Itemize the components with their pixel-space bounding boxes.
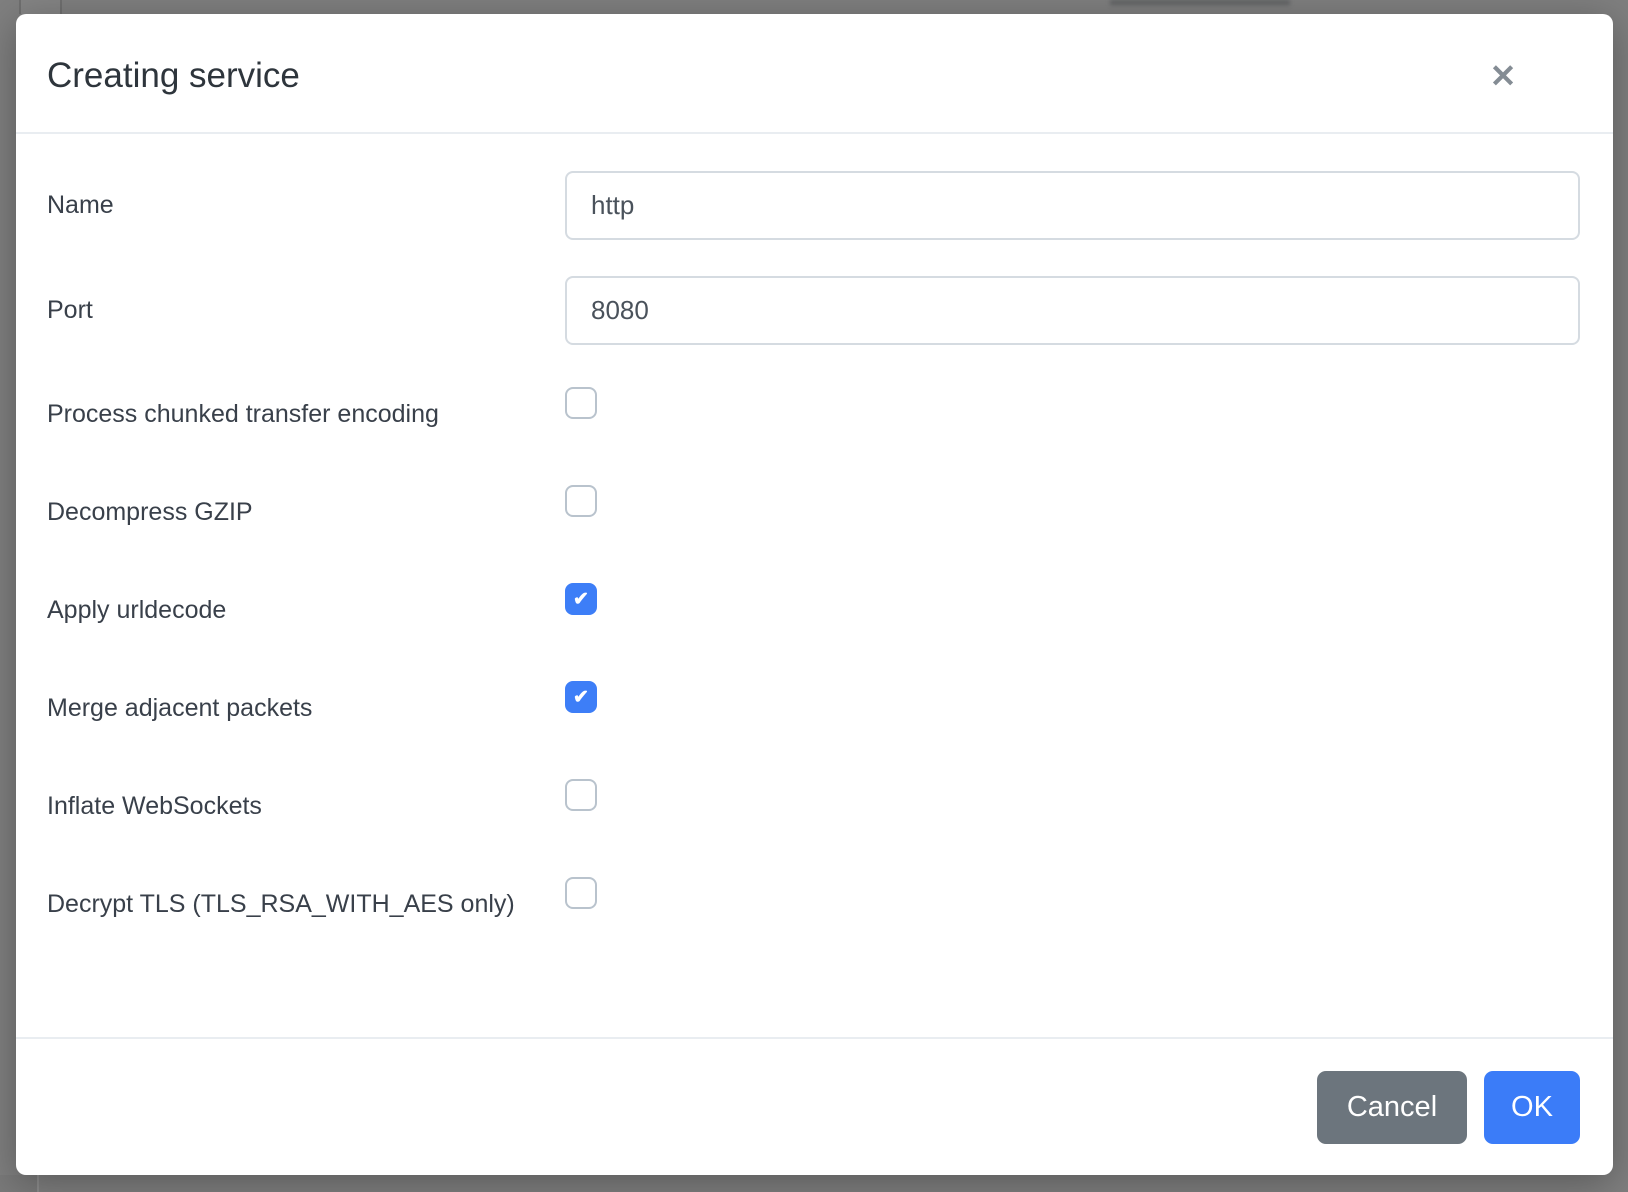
- process-chunked-row: Process chunked transfer encoding ✔: [47, 381, 1580, 447]
- backdrop-artifact-bottom: [0, 1175, 39, 1192]
- apply-urldecode-row: Apply urldecode ✔: [47, 577, 1580, 643]
- apply-urldecode-label: Apply urldecode: [47, 596, 565, 625]
- merge-packets-label: Merge adjacent packets: [47, 694, 565, 723]
- merge-packets-checkbox[interactable]: ✔: [565, 681, 597, 713]
- port-field-label: Port: [47, 296, 565, 325]
- dialog-header: Creating service ✕: [16, 14, 1613, 134]
- close-icon[interactable]: ✕: [1481, 54, 1525, 98]
- port-field-row: Port: [47, 276, 1580, 345]
- inflate-websockets-row: Inflate WebSockets ✔: [47, 773, 1580, 839]
- port-input[interactable]: [565, 276, 1580, 345]
- cancel-button[interactable]: Cancel: [1317, 1071, 1467, 1144]
- backdrop-artifact-top: [19, 0, 62, 14]
- merge-packets-row: Merge adjacent packets ✔: [47, 675, 1580, 741]
- name-field-row: Name: [47, 171, 1580, 240]
- inflate-websockets-checkbox[interactable]: ✔: [565, 779, 597, 811]
- check-icon: ✔: [573, 688, 589, 707]
- apply-urldecode-checkbox[interactable]: ✔: [565, 583, 597, 615]
- name-field-label: Name: [47, 191, 565, 220]
- decompress-gzip-label: Decompress GZIP: [47, 498, 565, 527]
- dialog-footer: Cancel OK: [16, 1037, 1613, 1175]
- process-chunked-checkbox[interactable]: ✔: [565, 387, 597, 419]
- inflate-websockets-label: Inflate WebSockets: [47, 792, 565, 821]
- creating-service-dialog: Creating service ✕ Name Port Process chu…: [16, 14, 1613, 1175]
- process-chunked-label: Process chunked transfer encoding: [47, 400, 565, 429]
- backdrop-artifact-text-remnant: [1110, 0, 1290, 5]
- dialog-body: Name Port Process chunked transfer encod…: [16, 134, 1613, 1037]
- decrypt-tls-row: Decrypt TLS (TLS_RSA_WITH_AES only) ✔: [47, 871, 1580, 937]
- decrypt-tls-checkbox[interactable]: ✔: [565, 877, 597, 909]
- dialog-title: Creating service: [47, 53, 300, 99]
- check-icon: ✔: [573, 590, 589, 609]
- name-input[interactable]: [565, 171, 1580, 240]
- decrypt-tls-label: Decrypt TLS (TLS_RSA_WITH_AES only): [47, 890, 565, 919]
- decompress-gzip-row: Decompress GZIP ✔: [47, 479, 1580, 545]
- decompress-gzip-checkbox[interactable]: ✔: [565, 485, 597, 517]
- ok-button[interactable]: OK: [1484, 1071, 1580, 1144]
